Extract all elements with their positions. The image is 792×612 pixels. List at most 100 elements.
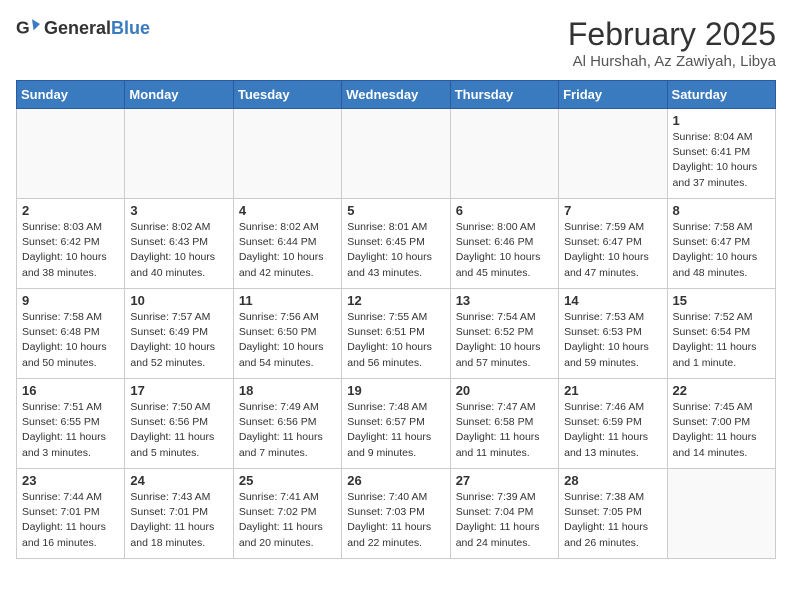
calendar-week-row: 9 Sunrise: 7:58 AM Sunset: 6:48 PM Daylig… xyxy=(17,289,776,379)
day-number: 15 xyxy=(673,293,770,308)
calendar-day-cell: 20 Sunrise: 7:47 AM Sunset: 6:58 PM Dayli… xyxy=(450,379,558,469)
day-info: Sunrise: 7:52 AM Sunset: 6:54 PM Dayligh… xyxy=(673,310,770,371)
day-info: Sunrise: 7:59 AM Sunset: 6:47 PM Dayligh… xyxy=(564,220,661,281)
svg-text:G: G xyxy=(16,18,30,38)
logo: G GeneralBlue xyxy=(16,16,150,40)
day-number: 3 xyxy=(130,203,227,218)
day-info: Sunrise: 8:02 AM Sunset: 6:43 PM Dayligh… xyxy=(130,220,227,281)
day-info: Sunrise: 8:02 AM Sunset: 6:44 PM Dayligh… xyxy=(239,220,336,281)
day-info: Sunrise: 7:54 AM Sunset: 6:52 PM Dayligh… xyxy=(456,310,553,371)
day-number: 4 xyxy=(239,203,336,218)
day-info: Sunrise: 7:49 AM Sunset: 6:56 PM Dayligh… xyxy=(239,400,336,461)
day-info: Sunrise: 7:43 AM Sunset: 7:01 PM Dayligh… xyxy=(130,490,227,551)
weekday-header-cell: Friday xyxy=(559,81,667,109)
weekday-header-cell: Wednesday xyxy=(342,81,450,109)
calendar-day-cell: 14 Sunrise: 7:53 AM Sunset: 6:53 PM Dayli… xyxy=(559,289,667,379)
logo-icon: G xyxy=(16,16,40,40)
day-info: Sunrise: 7:50 AM Sunset: 6:56 PM Dayligh… xyxy=(130,400,227,461)
weekday-header-cell: Sunday xyxy=(17,81,125,109)
day-number: 24 xyxy=(130,473,227,488)
day-number: 22 xyxy=(673,383,770,398)
calendar-day-cell: 11Sunrise: 7:56 AM Sunset: 6:50 PM Dayli… xyxy=(233,289,341,379)
day-number: 8 xyxy=(673,203,770,218)
weekday-header-cell: Tuesday xyxy=(233,81,341,109)
day-info: Sunrise: 7:58 AM Sunset: 6:48 PM Dayligh… xyxy=(22,310,119,371)
calendar-week-row: 23Sunrise: 7:44 AM Sunset: 7:01 PM Dayli… xyxy=(17,469,776,559)
page-header: G GeneralBlue February 2025 Al Hurshah, … xyxy=(16,16,776,70)
day-number: 25 xyxy=(239,473,336,488)
calendar-day-cell xyxy=(559,109,667,199)
day-number: 5 xyxy=(347,203,444,218)
day-info: Sunrise: 7:51 AM Sunset: 6:55 PM Dayligh… xyxy=(22,400,119,461)
day-number: 10 xyxy=(130,293,227,308)
calendar-day-cell: 1Sunrise: 8:04 AM Sunset: 6:41 PM Daylig… xyxy=(667,109,775,199)
calendar-day-cell: 5 Sunrise: 8:01 AM Sunset: 6:45 PM Daylig… xyxy=(342,199,450,289)
day-info: Sunrise: 7:46 AM Sunset: 6:59 PM Dayligh… xyxy=(564,400,661,461)
weekday-header-cell: Saturday xyxy=(667,81,775,109)
day-number: 13 xyxy=(456,293,553,308)
day-info: Sunrise: 7:39 AM Sunset: 7:04 PM Dayligh… xyxy=(456,490,553,551)
calendar-day-cell: 16 Sunrise: 7:51 AM Sunset: 6:55 PM Dayli… xyxy=(17,379,125,469)
calendar-day-cell: 21 Sunrise: 7:46 AM Sunset: 6:59 PM Dayli… xyxy=(559,379,667,469)
day-info: Sunrise: 7:48 AM Sunset: 6:57 PM Dayligh… xyxy=(347,400,444,461)
day-number: 19 xyxy=(347,383,444,398)
calendar-day-cell: 24 Sunrise: 7:43 AM Sunset: 7:01 PM Dayli… xyxy=(125,469,233,559)
calendar-day-cell: 18 Sunrise: 7:49 AM Sunset: 6:56 PM Dayli… xyxy=(233,379,341,469)
calendar-day-cell: 17 Sunrise: 7:50 AM Sunset: 6:56 PM Dayli… xyxy=(125,379,233,469)
calendar-day-cell: 4 Sunrise: 8:02 AM Sunset: 6:44 PM Daylig… xyxy=(233,199,341,289)
calendar-day-cell: 12 Sunrise: 7:55 AM Sunset: 6:51 PM Dayli… xyxy=(342,289,450,379)
day-number: 21 xyxy=(564,383,661,398)
day-number: 16 xyxy=(22,383,119,398)
weekday-header-cell: Monday xyxy=(125,81,233,109)
day-info: Sunrise: 8:01 AM Sunset: 6:45 PM Dayligh… xyxy=(347,220,444,281)
day-number: 9 xyxy=(22,293,119,308)
weekday-header-cell: Thursday xyxy=(450,81,558,109)
calendar-day-cell xyxy=(125,109,233,199)
month-title: February 2025 xyxy=(568,16,776,53)
calendar-week-row: 2 Sunrise: 8:03 AM Sunset: 6:42 PM Daylig… xyxy=(17,199,776,289)
calendar-day-cell: 26 Sunrise: 7:40 AM Sunset: 7:03 PM Dayli… xyxy=(342,469,450,559)
calendar-day-cell: 23Sunrise: 7:44 AM Sunset: 7:01 PM Dayli… xyxy=(17,469,125,559)
calendar-week-row: 1Sunrise: 8:04 AM Sunset: 6:41 PM Daylig… xyxy=(17,109,776,199)
day-number: 27 xyxy=(456,473,553,488)
day-info: Sunrise: 8:00 AM Sunset: 6:46 PM Dayligh… xyxy=(456,220,553,281)
day-number: 6 xyxy=(456,203,553,218)
day-info: Sunrise: 7:53 AM Sunset: 6:53 PM Dayligh… xyxy=(564,310,661,371)
day-info: Sunrise: 7:58 AM Sunset: 6:47 PM Dayligh… xyxy=(673,220,770,281)
calendar-day-cell xyxy=(342,109,450,199)
day-info: Sunrise: 7:40 AM Sunset: 7:03 PM Dayligh… xyxy=(347,490,444,551)
logo-general: General xyxy=(44,18,111,38)
calendar-table: SundayMondayTuesdayWednesdayThursdayFrid… xyxy=(16,80,776,559)
calendar-body: 1Sunrise: 8:04 AM Sunset: 6:41 PM Daylig… xyxy=(17,109,776,559)
calendar-day-cell: 6 Sunrise: 8:00 AM Sunset: 6:46 PM Daylig… xyxy=(450,199,558,289)
calendar-day-cell xyxy=(233,109,341,199)
title-block: February 2025 Al Hurshah, Az Zawiyah, Li… xyxy=(568,16,776,70)
calendar-day-cell: 15 Sunrise: 7:52 AM Sunset: 6:54 PM Dayli… xyxy=(667,289,775,379)
day-info: Sunrise: 7:47 AM Sunset: 6:58 PM Dayligh… xyxy=(456,400,553,461)
day-number: 14 xyxy=(564,293,661,308)
calendar-day-cell: 2 Sunrise: 8:03 AM Sunset: 6:42 PM Daylig… xyxy=(17,199,125,289)
logo-blue: Blue xyxy=(111,18,150,38)
day-info: Sunrise: 8:03 AM Sunset: 6:42 PM Dayligh… xyxy=(22,220,119,281)
calendar-day-cell: 8 Sunrise: 7:58 AM Sunset: 6:47 PM Daylig… xyxy=(667,199,775,289)
day-number: 1 xyxy=(673,113,770,128)
day-number: 12 xyxy=(347,293,444,308)
day-info: Sunrise: 7:44 AM Sunset: 7:01 PM Dayligh… xyxy=(22,490,119,551)
day-info: Sunrise: 7:56 AM Sunset: 6:50 PM Dayligh… xyxy=(239,310,336,371)
day-number: 20 xyxy=(456,383,553,398)
calendar-day-cell: 25 Sunrise: 7:41 AM Sunset: 7:02 PM Dayli… xyxy=(233,469,341,559)
location-title: Al Hurshah, Az Zawiyah, Libya xyxy=(568,53,776,70)
calendar-day-cell: 7Sunrise: 7:59 AM Sunset: 6:47 PM Daylig… xyxy=(559,199,667,289)
calendar-day-cell: 10 Sunrise: 7:57 AM Sunset: 6:49 PM Dayli… xyxy=(125,289,233,379)
day-info: Sunrise: 7:57 AM Sunset: 6:49 PM Dayligh… xyxy=(130,310,227,371)
calendar-day-cell: 28Sunrise: 7:38 AM Sunset: 7:05 PM Dayli… xyxy=(559,469,667,559)
day-info: Sunrise: 7:45 AM Sunset: 7:00 PM Dayligh… xyxy=(673,400,770,461)
day-info: Sunrise: 7:55 AM Sunset: 6:51 PM Dayligh… xyxy=(347,310,444,371)
day-number: 26 xyxy=(347,473,444,488)
calendar-day-cell: 27 Sunrise: 7:39 AM Sunset: 7:04 PM Dayli… xyxy=(450,469,558,559)
day-number: 17 xyxy=(130,383,227,398)
calendar-day-cell xyxy=(17,109,125,199)
day-number: 2 xyxy=(22,203,119,218)
day-info: Sunrise: 7:41 AM Sunset: 7:02 PM Dayligh… xyxy=(239,490,336,551)
day-number: 18 xyxy=(239,383,336,398)
